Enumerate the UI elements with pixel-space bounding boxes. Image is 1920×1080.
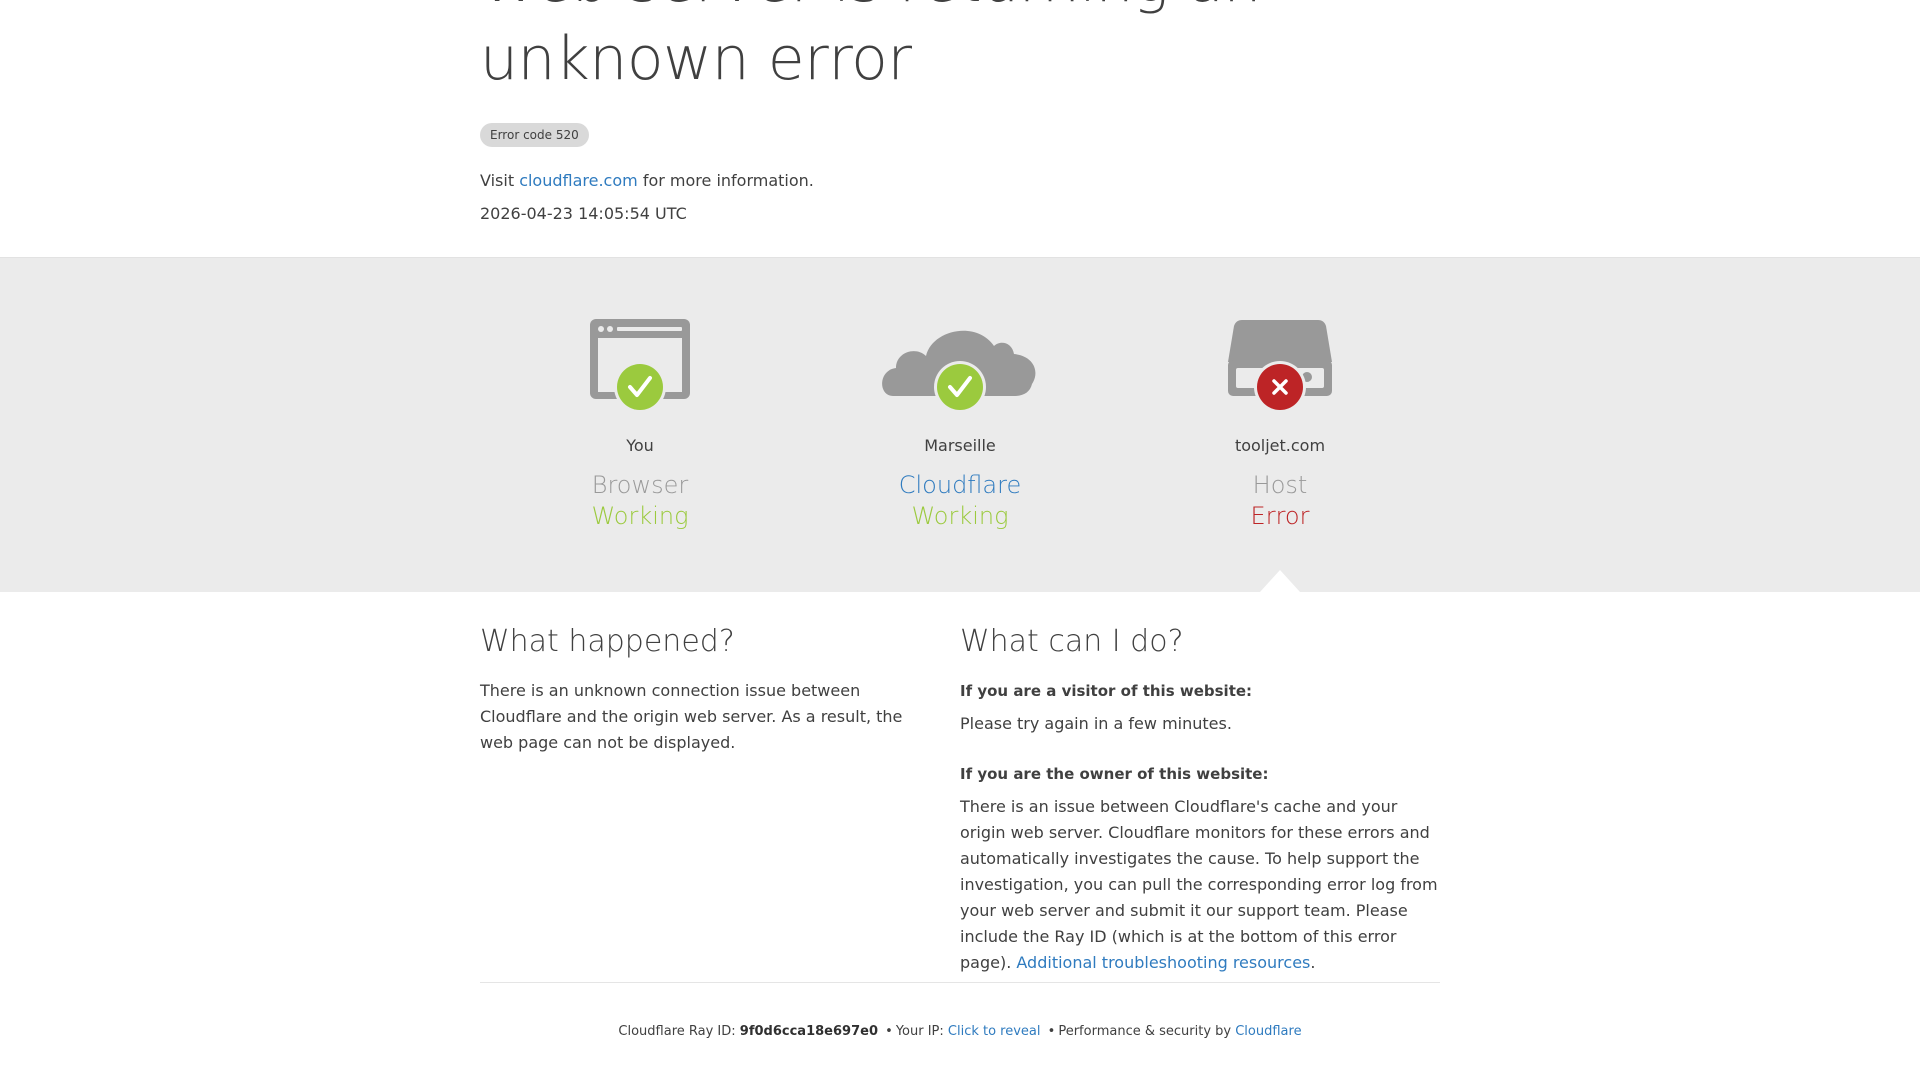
troubleshooting-link[interactable]: Additional troubleshooting resources xyxy=(1016,953,1310,972)
visitor-text: Please try again in a few minutes. xyxy=(960,714,1232,733)
check-icon xyxy=(614,361,666,413)
browser-place: You xyxy=(626,436,654,455)
what-can-i-do-heading: What can I do? xyxy=(960,624,1184,659)
browser-icon xyxy=(480,316,800,416)
footer-separator: • xyxy=(1047,1024,1056,1039)
ray-id-label: Cloudflare Ray ID: xyxy=(618,1024,736,1039)
page-title-line-2: unknown error xyxy=(480,24,912,94)
visit-prefix: Visit xyxy=(480,171,515,190)
status-pointer-arrow xyxy=(1260,570,1300,592)
cloud-icon xyxy=(800,316,1120,416)
cloudflare-label[interactable]: Cloudflare xyxy=(800,470,1120,500)
what-happened-heading: What happened? xyxy=(480,624,735,659)
ip-label: Your IP: xyxy=(895,1024,944,1039)
host-status: Error xyxy=(1250,502,1310,530)
page-title: Web server is returning an unknown error xyxy=(480,0,1261,98)
footer-separator: • xyxy=(885,1024,893,1039)
ray-id-value: 9f0d6cca18e697e0 xyxy=(739,1024,878,1039)
visitor-heading: If you are a visitor of this website: xyxy=(960,682,1253,700)
cloudflare-status: Working xyxy=(911,502,1009,530)
footer-cloudflare-link[interactable]: Cloudflare xyxy=(1235,1024,1301,1039)
host-place: tooljet.com xyxy=(1234,436,1326,455)
owner-link-suffix: . xyxy=(1310,953,1316,972)
owner-heading: If you are the owner of this website: xyxy=(960,765,1269,783)
footer: Cloudflare Ray ID: 9f0d6cca18e697e0 • You… xyxy=(0,1022,1920,1042)
cloudflare-place: Marseille xyxy=(924,436,996,455)
visit-suffix: for more information. xyxy=(642,171,814,190)
cloudflare-link[interactable]: cloudflare.com xyxy=(519,171,638,190)
page-title-line-1: Web server is returning an xyxy=(480,0,1261,20)
owner-text: There is an issue between Cloudflare's c… xyxy=(960,797,1438,972)
footer-divider xyxy=(480,982,1440,983)
server-icon xyxy=(1120,316,1440,416)
browser-status: Working xyxy=(591,502,689,530)
status-band: You Browser Working Marseille Cloudflare… xyxy=(0,257,1920,592)
visit-line: Visit cloudflare.com for more informatio… xyxy=(480,169,814,193)
check-icon xyxy=(934,361,986,413)
browser-label: Browser xyxy=(591,471,689,499)
timestamp: 2026-04-23 14:05:54 UTC xyxy=(480,204,687,223)
what-happened-text: There is an unknown connection issue bet… xyxy=(480,681,903,752)
host-label: Host xyxy=(1252,471,1308,499)
error-code-badge: Error code 520 xyxy=(480,123,589,147)
performance-label: Performance & security by xyxy=(1058,1024,1232,1039)
close-icon xyxy=(1254,361,1306,413)
reveal-ip-link[interactable]: Click to reveal xyxy=(948,1024,1041,1039)
owner-text-block: There is an issue between Cloudflare's c… xyxy=(960,794,1444,976)
